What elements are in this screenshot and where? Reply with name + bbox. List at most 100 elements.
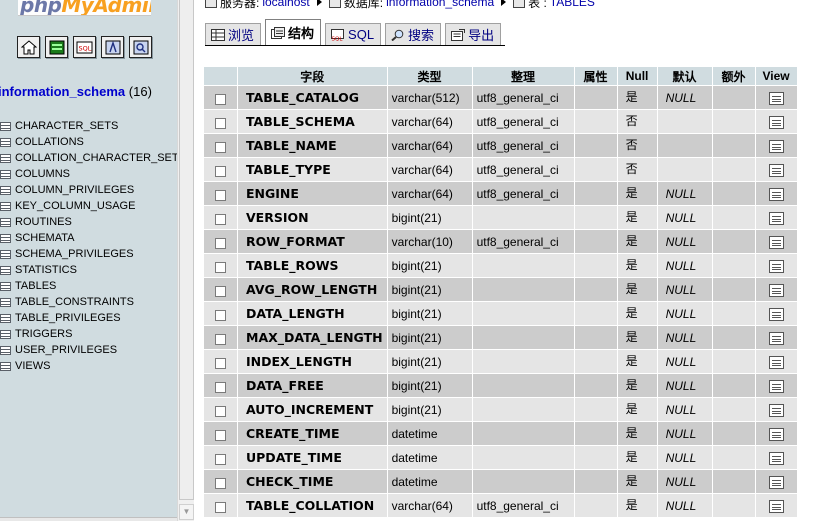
- row-checkbox[interactable]: [215, 286, 226, 298]
- row-checkbox[interactable]: [215, 238, 226, 250]
- table-list-item-label[interactable]: VIEWS: [15, 360, 50, 372]
- row-checkbox[interactable]: [215, 214, 226, 226]
- table-icon[interactable]: [0, 329, 11, 339]
- nav-horizontal-scrollbar[interactable]: [0, 517, 177, 521]
- row-checkbox[interactable]: [215, 118, 226, 130]
- breadcrumb-table[interactable]: TABLES: [550, 0, 595, 9]
- table-list-item-label[interactable]: TABLES: [15, 280, 56, 292]
- table-list-item[interactable]: COLUMN_PRIVILEGES: [0, 182, 177, 198]
- table-list-item-label[interactable]: TABLE_PRIVILEGES: [15, 312, 121, 324]
- table-icon[interactable]: [0, 281, 11, 291]
- view-icon[interactable]: [768, 427, 784, 441]
- table-list-item-label[interactable]: COLUMNS: [15, 168, 70, 180]
- table-list-item-label[interactable]: COLLATION_CHARACTER_SET_A: [15, 152, 177, 164]
- breadcrumb-database[interactable]: information_schema: [386, 0, 494, 9]
- view-icon[interactable]: [768, 355, 784, 369]
- table-icon[interactable]: [0, 297, 11, 307]
- view-icon[interactable]: [768, 451, 784, 465]
- row-checkbox[interactable]: [215, 406, 226, 418]
- view-icon[interactable]: [768, 259, 784, 273]
- database-name[interactable]: information_schema: [0, 84, 125, 99]
- help-icon[interactable]: [101, 36, 124, 58]
- table-list-item-label[interactable]: CHARACTER_SETS: [15, 120, 118, 132]
- docs-icon[interactable]: [129, 36, 152, 58]
- table-icon[interactable]: [0, 233, 11, 243]
- tab-search[interactable]: 搜索: [385, 23, 442, 45]
- table-icon[interactable]: [0, 345, 11, 355]
- table-list-item-label[interactable]: SCHEMA_PRIVILEGES: [15, 248, 134, 260]
- view-icon[interactable]: [768, 187, 784, 201]
- table-icon[interactable]: [0, 169, 11, 179]
- row-checkbox[interactable]: [215, 190, 226, 202]
- table-icon[interactable]: [0, 121, 11, 131]
- row-checkbox[interactable]: [215, 166, 226, 178]
- table-list-item-label[interactable]: ROUTINES: [15, 216, 72, 228]
- view-icon[interactable]: [768, 211, 784, 225]
- view-icon[interactable]: [768, 499, 784, 513]
- table-list-item-label[interactable]: STATISTICS: [15, 264, 77, 276]
- tab-structure[interactable]: 结构: [265, 19, 322, 45]
- row-checkbox[interactable]: [215, 334, 226, 346]
- table-list-item-label[interactable]: KEY_COLUMN_USAGE: [15, 200, 135, 212]
- table-list-item-label[interactable]: TABLE_CONSTRAINTS: [15, 296, 134, 308]
- row-checkbox[interactable]: [215, 262, 226, 274]
- row-checkbox[interactable]: [215, 502, 226, 514]
- table-list-item[interactable]: TABLE_PRIVILEGES: [0, 310, 177, 326]
- view-icon[interactable]: [768, 331, 784, 345]
- sql-query-icon[interactable]: SQL: [73, 36, 96, 58]
- table-list-item[interactable]: TRIGGERS: [0, 326, 177, 342]
- table-list-item[interactable]: STATISTICS: [0, 262, 177, 278]
- table-list-item-label[interactable]: COLUMN_PRIVILEGES: [15, 184, 134, 196]
- row-checkbox[interactable]: [215, 94, 226, 106]
- table-icon[interactable]: [0, 137, 11, 147]
- table-list-item[interactable]: ROUTINES: [0, 214, 177, 230]
- view-icon[interactable]: [768, 235, 784, 249]
- sql-window-icon[interactable]: [45, 36, 68, 58]
- table-list-item[interactable]: SCHEMA_PRIVILEGES: [0, 246, 177, 262]
- table-icon[interactable]: [0, 201, 11, 211]
- home-icon[interactable]: [17, 36, 40, 58]
- table-list-item-label[interactable]: COLLATIONS: [15, 136, 84, 148]
- view-icon[interactable]: [768, 307, 784, 321]
- table-list-item-label[interactable]: TRIGGERS: [15, 328, 72, 340]
- table-list-item[interactable]: TABLE_CONSTRAINTS: [0, 294, 177, 310]
- breadcrumb-server[interactable]: localhost: [262, 0, 309, 9]
- view-icon[interactable]: [768, 475, 784, 489]
- table-list-item[interactable]: SCHEMATA: [0, 230, 177, 246]
- table-list-item[interactable]: COLUMNS: [0, 166, 177, 182]
- view-icon[interactable]: [768, 91, 784, 105]
- table-list-item-label[interactable]: USER_PRIVILEGES: [15, 344, 117, 356]
- table-icon[interactable]: [0, 313, 11, 323]
- table-list-item[interactable]: COLLATIONS: [0, 134, 177, 150]
- table-icon[interactable]: [0, 249, 11, 259]
- table-list-item[interactable]: USER_PRIVILEGES: [0, 342, 177, 358]
- view-icon[interactable]: [768, 283, 784, 297]
- scrollbar-thumb[interactable]: [179, 0, 194, 500]
- row-checkbox[interactable]: [215, 454, 226, 466]
- row-checkbox[interactable]: [215, 382, 226, 394]
- scroll-down-arrow-icon[interactable]: ▼: [179, 504, 194, 520]
- table-icon[interactable]: [0, 361, 11, 371]
- table-icon[interactable]: [0, 153, 11, 163]
- table-list-item[interactable]: VIEWS: [0, 358, 177, 374]
- phpmyadmin-logo[interactable]: phpMyAdmin: [18, 0, 151, 16]
- row-checkbox[interactable]: [215, 430, 226, 442]
- table-icon[interactable]: [0, 185, 11, 195]
- tab-browse[interactable]: 浏览: [205, 23, 262, 45]
- row-checkbox[interactable]: [215, 478, 226, 490]
- view-icon[interactable]: [768, 139, 784, 153]
- tab-sql[interactable]: SQL SQL: [325, 23, 382, 45]
- row-checkbox[interactable]: [215, 142, 226, 154]
- table-icon[interactable]: [0, 217, 11, 227]
- view-icon[interactable]: [768, 403, 784, 417]
- table-icon[interactable]: [0, 265, 11, 275]
- row-checkbox[interactable]: [215, 310, 226, 322]
- table-list-item-label[interactable]: SCHEMATA: [15, 232, 75, 244]
- view-icon[interactable]: [768, 115, 784, 129]
- table-list-item[interactable]: COLLATION_CHARACTER_SET_A: [0, 150, 177, 166]
- view-icon[interactable]: [768, 379, 784, 393]
- table-list-item[interactable]: TABLES: [0, 278, 177, 294]
- nav-vertical-scrollbar[interactable]: ▼: [177, 0, 194, 521]
- table-list-item[interactable]: CHARACTER_SETS: [0, 118, 177, 134]
- table-list-item[interactable]: KEY_COLUMN_USAGE: [0, 198, 177, 214]
